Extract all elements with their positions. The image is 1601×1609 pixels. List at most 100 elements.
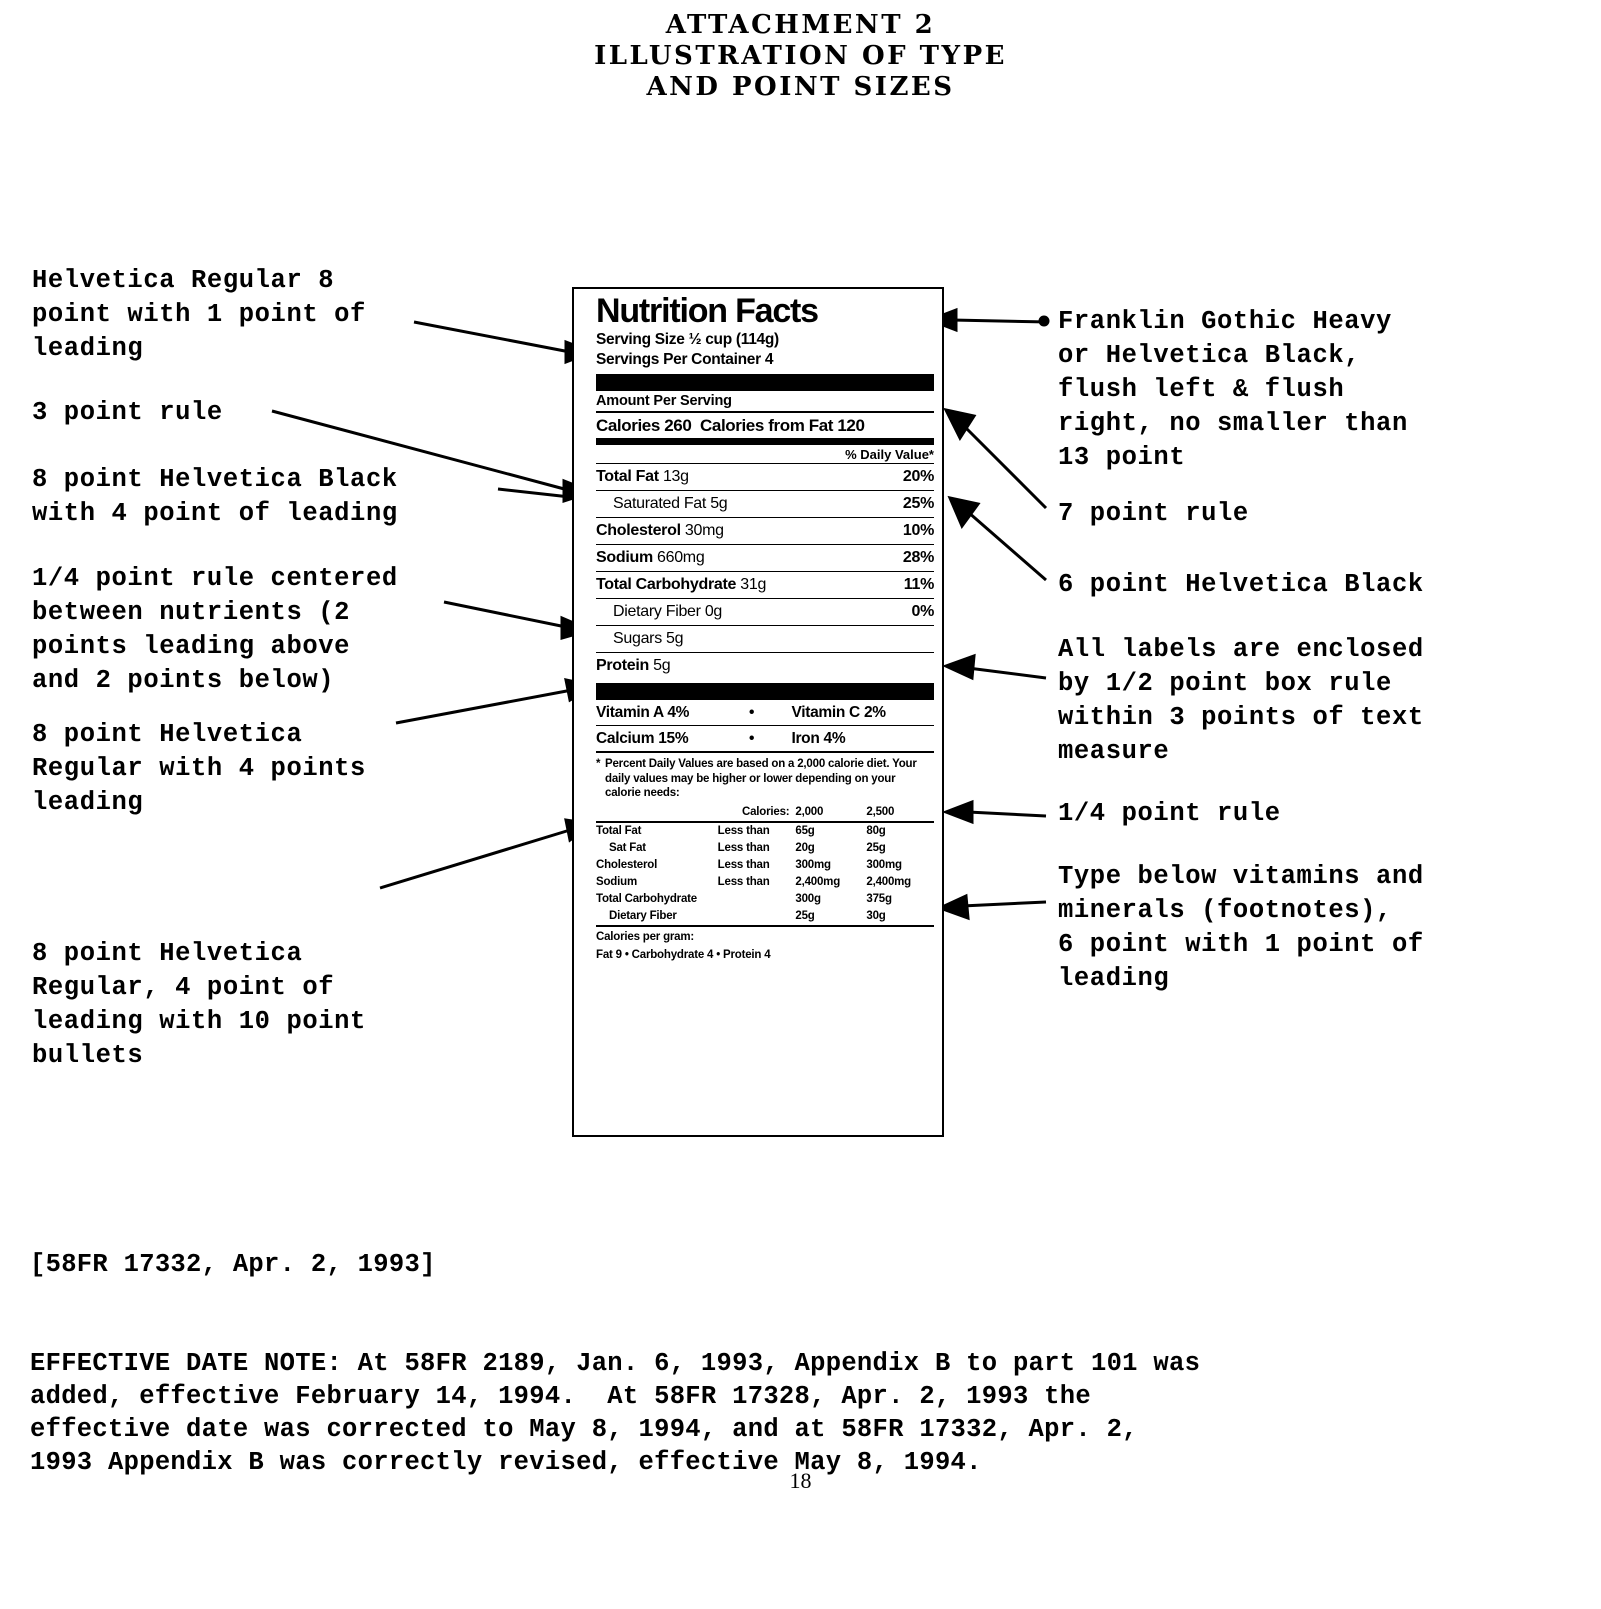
dv-row-value-2500: 25g: [866, 841, 886, 854]
dv-row-label: Cholesterol: [596, 858, 658, 871]
nutrition-facts-title: Nutrition Facts: [596, 292, 819, 330]
dv-row-value-2000: 300mg: [795, 858, 831, 871]
nutrient-amount: 5g: [710, 495, 728, 512]
annotation-quarter-point-rule: 1/4 point rule: [1058, 799, 1281, 828]
annotation-franklin-gothic-heavy: Franklin Gothic Heavy or Helvetica Black…: [1058, 307, 1408, 472]
dv-table-row: Sodium Less than 2,400mg 2,400mg: [596, 874, 934, 891]
nutrient-row: Saturated Fat 5g 25%: [596, 491, 934, 517]
annotation-eight-point-helvetica-regular: 8 point Helvetica Regular with 4 points …: [32, 720, 366, 817]
vitamin-list: Vitamin A 4% • Vitamin C 2% Calcium 15% • Iro…: [596, 700, 934, 751]
calories-value: Calories 260: [596, 416, 692, 435]
dv-row-label: Sodium: [596, 875, 637, 888]
dv-row-less-than: [718, 891, 796, 908]
citation: [58FR 17332, Apr. 2, 1993]: [30, 1250, 436, 1279]
footnote-asterisk: *: [596, 758, 601, 770]
title-line-2: ILLUSTRATION OF TYPE: [594, 41, 1007, 71]
amount-per-serving: Amount Per Serving: [596, 393, 732, 409]
nutrient-row: Sugars 5g: [596, 626, 934, 652]
nutrient-daily-value: 25%: [902, 495, 934, 512]
nutrient-daily-value: 10%: [902, 522, 934, 539]
dv-row-value-2500: 30g: [866, 909, 886, 922]
dv-row-value-2500: 300mg: [866, 858, 902, 871]
dv-row-value-2000: 20g: [795, 841, 815, 854]
nutrient-daily-value: 0%: [911, 603, 934, 620]
annotation-six-point-helvetica-black: 6 point Helvetica Black: [1058, 570, 1424, 599]
nutrient-amount: 13g: [662, 468, 689, 485]
nutrient-name: Cholesterol 30mg: [596, 522, 724, 539]
thick-rule-top: [596, 374, 934, 391]
page-title: ATTACHMENT 2 ILLUSTRATION OF TYPE AND PO…: [0, 10, 1601, 103]
nutrient-row: Cholesterol 30mg 10%: [596, 518, 934, 544]
nutrient-amount: 30mg: [684, 522, 724, 539]
dv-row-label: Dietary Fiber: [609, 909, 677, 922]
nutrient-name: Sugars 5g: [613, 630, 684, 647]
serving-size: Serving Size ½ cup (114g): [596, 331, 779, 348]
annotation-box-rule: All labels are enclosed by 1/2 point box…: [1058, 635, 1424, 766]
annotation-helvetica-regular-8-point: Helvetica Regular 8 point with 1 point o…: [32, 266, 366, 363]
nutrient-row: Total Carbohydrate 31g 11%: [596, 572, 934, 598]
nutrient-row: Dietary Fiber 0g 0%: [596, 599, 934, 625]
dv-table-header-row: Calories: 2,000 2,500: [596, 804, 934, 821]
nutrient-daily-value: 28%: [902, 549, 934, 566]
vitamin-right: Iron 4%: [791, 730, 846, 747]
dv-header-2500: 2,500: [866, 805, 895, 818]
calories-per-gram-label: Calories per gram:: [596, 930, 695, 943]
nutrient-row: Sodium 660mg 28%: [596, 545, 934, 571]
nutrient-name: Total Carbohydrate 31g: [596, 576, 767, 593]
nutrient-name: Total Fat 13g: [596, 468, 689, 485]
annotation-three-point-rule: 3 point rule: [32, 398, 223, 427]
dv-table-row: Total Fat Less than 65g 80g: [596, 823, 934, 840]
nutrient-daily-value: 11%: [903, 576, 935, 593]
vitamin-left: Calcium 15%: [596, 730, 689, 747]
dv-row-label: Total Fat: [596, 824, 642, 837]
nutrient-name: Protein 5g: [596, 657, 671, 674]
dv-table-row: Dietary Fiber 25g 30g: [596, 908, 934, 925]
dv-row-value-2000: 25g: [795, 909, 815, 922]
annotation-quarter-point-rule-centered: 1/4 point rule centered between nutrient…: [32, 564, 398, 695]
annotation-type-below-vitamins: Type below vitamins and minerals (footno…: [1058, 862, 1424, 993]
title-line-3: AND POINT SIZES: [646, 72, 955, 102]
nutrition-facts-content: Nutrition Facts Serving Size ½ cup (114g…: [596, 293, 934, 963]
nutrient-daily-value: 20%: [902, 468, 934, 485]
dv-row-value-2000: 65g: [795, 824, 815, 837]
nutrient-name: Dietary Fiber 0g: [613, 603, 723, 620]
dv-row-value-2000: 300g: [795, 892, 821, 905]
nutrient-amount: 31g: [740, 576, 767, 593]
daily-value-header: % Daily Value*: [845, 447, 934, 462]
dv-table-row: Cholesterol Less than 300mg 300mg: [596, 857, 934, 874]
nutrient-amount: 0g: [704, 603, 723, 620]
dv-row-less-than: [718, 908, 796, 925]
dv-row-value-2000: 2,400mg: [795, 875, 841, 888]
footnote-block: * Percent Daily Values are based on a 2,…: [596, 753, 934, 804]
legal-block: [58FR 17332, Apr. 2, 1993] EFFECTIVE DAT…: [30, 1182, 1575, 1512]
vitamin-row: Vitamin A 4% • Vitamin C 2%: [596, 700, 934, 725]
nutrition-facts-panel: Nutrition Facts Serving Size ½ cup (114g…: [572, 287, 944, 1137]
dv-row-value-2500: 80g: [866, 824, 886, 837]
annotation-seven-point-rule: 7 point rule: [1058, 499, 1249, 528]
nutrient-amount: 660mg: [657, 549, 705, 566]
nutrient-name: Saturated Fat 5g: [613, 495, 728, 512]
nutrient-list: Total Fat 13g 20% Saturated Fat 5g 25% Chole…: [596, 464, 934, 679]
dv-row-less-than: Less than: [717, 858, 770, 871]
annotation-eight-point-helvetica-regular-bullets: 8 point Helvetica Regular, 4 point of le…: [32, 939, 366, 1070]
dv-row-less-than: Less than: [717, 841, 770, 854]
vitamin-right: Vitamin C 2%: [791, 704, 886, 721]
daily-values-table: Calories: 2,000 2,500 Total Fat Less than 65g…: [596, 804, 934, 925]
vitamin-bullet: •: [748, 704, 755, 721]
vitamin-bullet: •: [748, 730, 755, 747]
annotation-eight-point-helvetica-black: 8 point Helvetica Black with 4 point of …: [32, 465, 398, 528]
dv-row-label: Sat Fat: [609, 841, 646, 854]
vitamin-left: Vitamin A 4%: [596, 704, 690, 721]
dv-header-2000: 2,000: [795, 805, 824, 818]
nutrient-row: Protein 5g: [596, 653, 934, 679]
dv-row-value-2500: 375g: [866, 892, 892, 905]
dv-table-row: Total Carbohydrate 300g 375g: [596, 891, 934, 908]
page-number: 18: [789, 1468, 812, 1493]
nutrient-row: Total Fat 13g 20%: [596, 464, 934, 490]
dv-header-calories-label: Calories:: [741, 805, 790, 818]
calories-per-gram-values: Fat 9 • Carbohydrate 4 • Protein 4: [596, 948, 771, 961]
vitamin-row: Calcium 15% • Iron 4%: [596, 726, 934, 751]
effective-date-note: EFFECTIVE DATE NOTE: At 58FR 2189, Jan. …: [30, 1349, 1201, 1477]
nutrient-name: Sodium 660mg: [596, 549, 705, 566]
servings-per-container: Servings Per Container 4: [596, 351, 774, 368]
